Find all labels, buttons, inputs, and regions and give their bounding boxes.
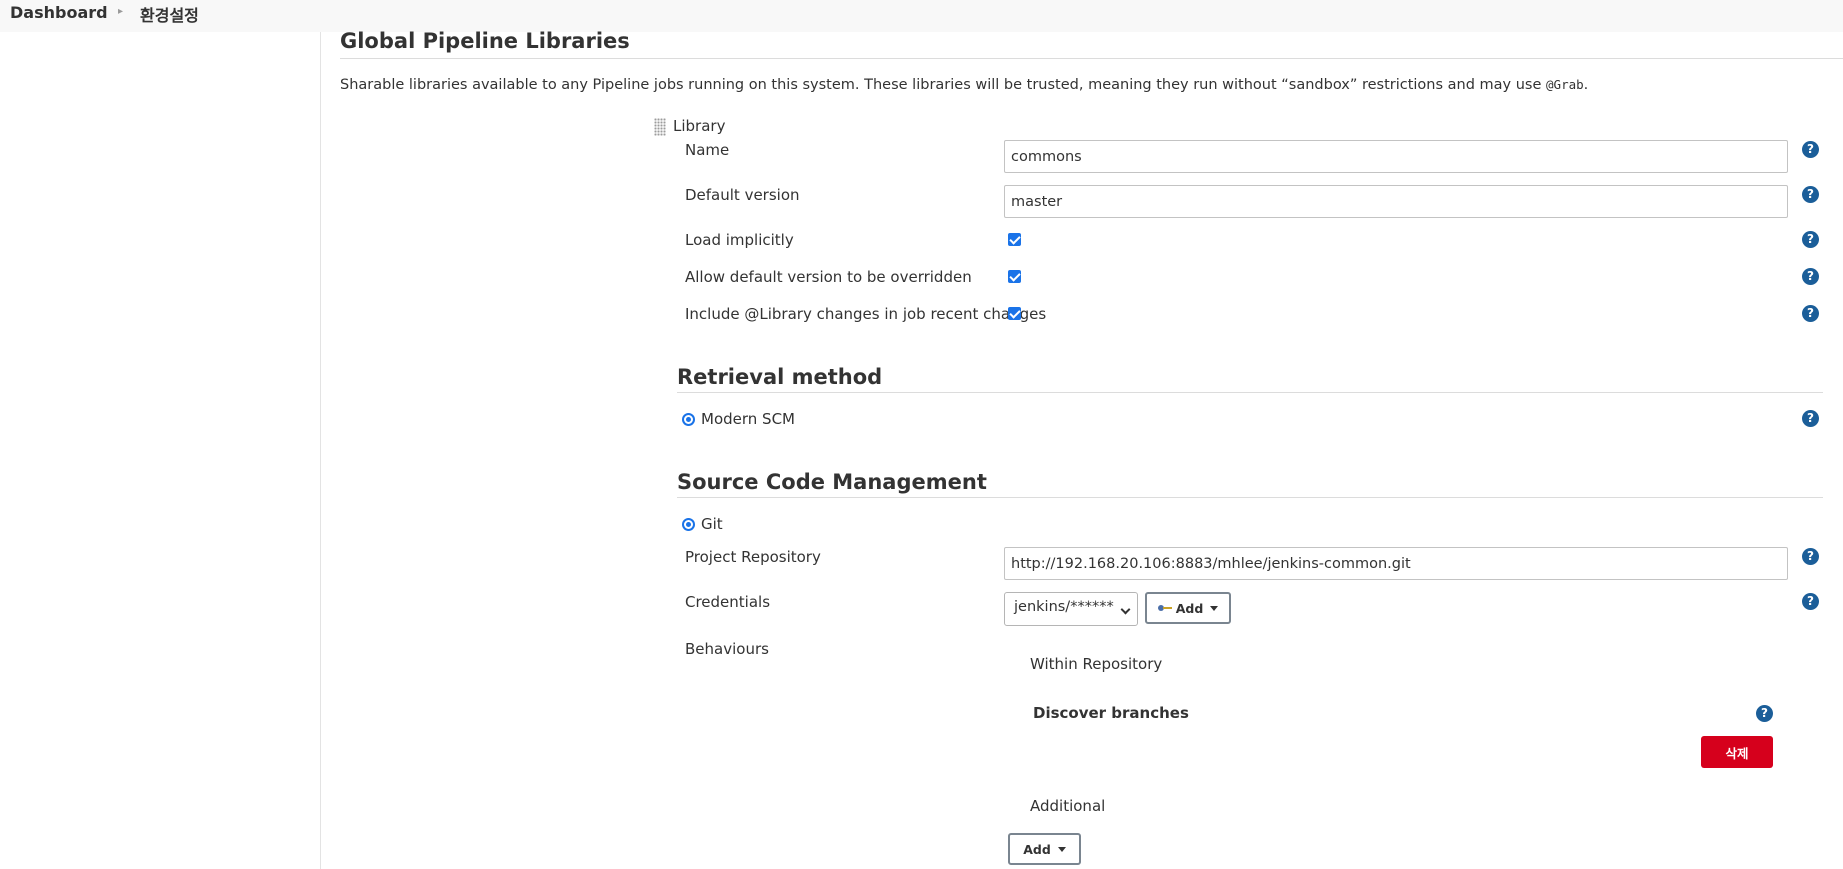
credentials-add-button[interactable]: Add <box>1145 592 1231 624</box>
git-label[interactable]: Git <box>701 515 723 533</box>
default-version-label: Default version <box>685 186 800 204</box>
chevron-down-icon <box>1120 604 1131 615</box>
default-version-input[interactable] <box>1004 185 1788 218</box>
help-icon-include-changes[interactable]: ? <box>1802 305 1819 322</box>
section-title-source-code-management: Source Code Management <box>677 470 987 494</box>
load-implicitly-checkbox[interactable] <box>1008 233 1021 246</box>
credentials-add-label: Add <box>1175 600 1204 616</box>
description-code: @Grab <box>1546 77 1584 92</box>
modern-scm-label[interactable]: Modern SCM <box>701 410 795 428</box>
include-changes-checkbox[interactable] <box>1008 307 1021 320</box>
allow-override-label: Allow default version to be overridden <box>685 268 972 286</box>
allow-override-checkbox[interactable] <box>1008 270 1021 283</box>
delete-button[interactable]: 삭제 <box>1701 736 1773 768</box>
key-icon <box>1157 605 1172 611</box>
help-icon-retrieval[interactable]: ? <box>1802 410 1819 427</box>
credentials-select[interactable]: jenkins/****** <box>1004 592 1138 626</box>
description-suffix: . <box>1583 77 1589 93</box>
section-divider <box>677 497 1823 498</box>
additional-add-button[interactable]: Add <box>1008 833 1081 865</box>
caret-down-icon <box>1210 605 1219 611</box>
breadcrumb-current[interactable]: 환경설정 <box>140 2 199 26</box>
caret-down-icon <box>1057 846 1066 852</box>
sidebar-divider <box>320 32 321 869</box>
load-implicitly-label: Load implicitly <box>685 231 794 249</box>
description-text: Sharable libraries available to any Pipe… <box>340 77 1547 93</box>
help-icon-project-repository[interactable]: ? <box>1802 548 1819 565</box>
help-icon-allow-override[interactable]: ? <box>1802 268 1819 285</box>
within-repository-label: Within Repository <box>1030 655 1163 673</box>
section-title-retrieval-method: Retrieval method <box>677 365 883 389</box>
section-divider <box>677 392 1823 393</box>
project-repository-label: Project Repository <box>685 548 821 566</box>
credentials-label: Credentials <box>685 593 771 611</box>
breadcrumb-dashboard-link[interactable]: Dashboard <box>10 3 108 22</box>
library-label: Library <box>673 117 726 135</box>
discover-branches-label: Discover branches <box>1033 704 1189 722</box>
name-input[interactable] <box>1004 140 1788 173</box>
git-radio[interactable] <box>682 518 695 531</box>
additional-add-label: Add <box>1023 841 1051 857</box>
modern-scm-radio[interactable] <box>682 413 695 426</box>
section-divider <box>340 58 1843 59</box>
help-icon-discover-branches[interactable]: ? <box>1756 705 1773 722</box>
project-repository-input[interactable] <box>1004 547 1788 580</box>
help-icon-load-implicitly[interactable]: ? <box>1802 231 1819 248</box>
credentials-selected-value: jenkins/****** <box>1014 599 1114 615</box>
additional-label: Additional <box>1030 797 1106 815</box>
name-label: Name <box>685 141 730 159</box>
libraries-description: Sharable libraries available to any Pipe… <box>340 77 1588 93</box>
behaviours-label: Behaviours <box>685 640 769 658</box>
help-icon-name[interactable]: ? <box>1802 141 1819 158</box>
include-changes-label: Include @Library changes in job recent c… <box>685 305 1047 323</box>
section-title-global-pipeline-libraries: Global Pipeline Libraries <box>340 29 630 53</box>
drag-handle-icon[interactable] <box>654 118 666 136</box>
breadcrumb-bar: Dashboard ▸ 환경설정 <box>0 0 1843 32</box>
breadcrumb-separator-icon: ▸ <box>118 6 124 17</box>
help-icon-credentials[interactable]: ? <box>1802 593 1819 610</box>
help-icon-default-version[interactable]: ? <box>1802 186 1819 203</box>
